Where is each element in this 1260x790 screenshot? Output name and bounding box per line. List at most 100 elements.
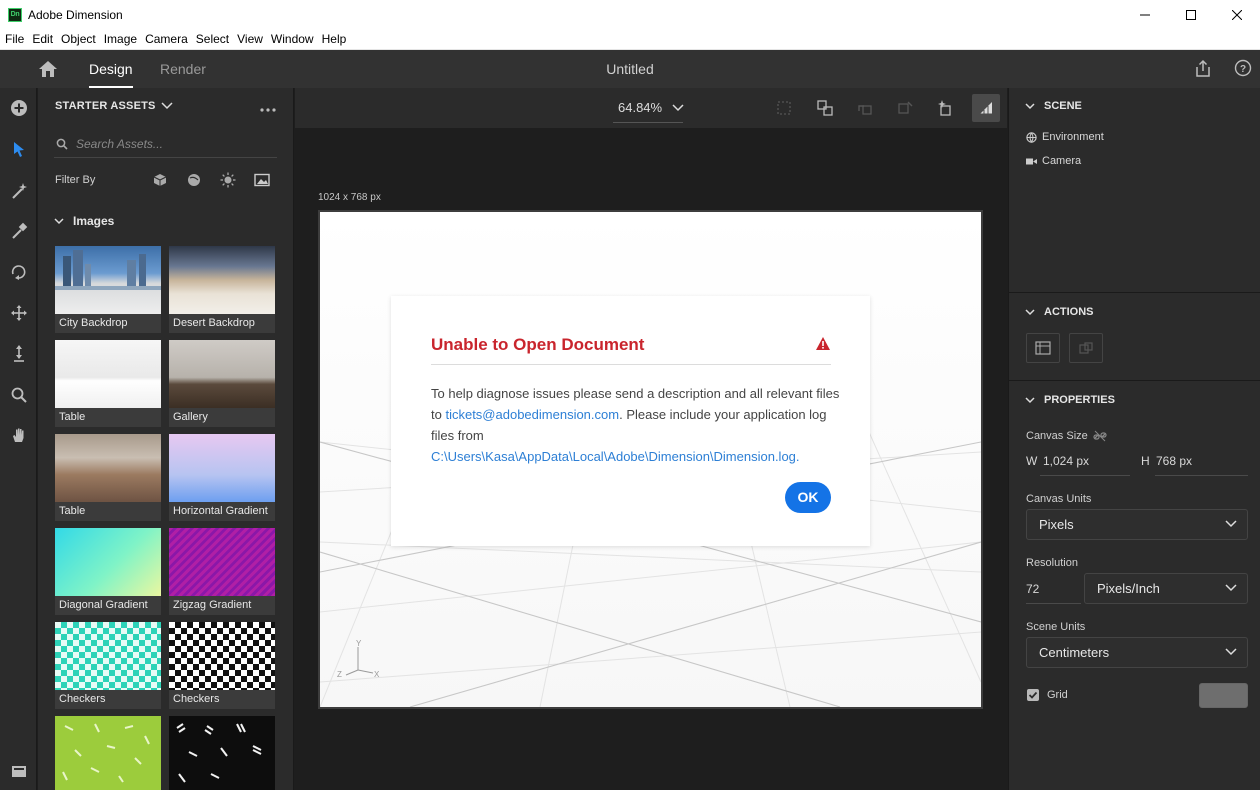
properties-section-toggle[interactable]: PROPERTIES (1025, 394, 1115, 406)
help-button[interactable]: ? (1234, 59, 1252, 77)
panel-divider (1009, 380, 1260, 381)
asset-diagonal-gradient[interactable]: Diagonal Gradient (55, 528, 161, 615)
height-input[interactable]: 768 px (1156, 454, 1192, 468)
resolution-input[interactable]: 72 (1026, 574, 1081, 604)
maximize-button[interactable] (1168, 0, 1214, 29)
dialog-title: Unable to Open Document (431, 335, 645, 354)
search-input[interactable] (76, 136, 266, 151)
asset-table-cafe[interactable]: Table (55, 434, 161, 521)
asset-table-white[interactable]: Table (55, 340, 161, 427)
scene-item-environment[interactable]: Environment (1026, 131, 1104, 143)
zoom-tool-button[interactable] (8, 384, 29, 405)
dialog-divider (431, 364, 831, 365)
pattern-icon (176, 723, 262, 783)
sample-tool-button[interactable] (8, 220, 29, 241)
asset-city-backdrop[interactable]: City Backdrop (55, 246, 161, 333)
grid-color-swatch[interactable] (1199, 683, 1248, 708)
pan-tool-button[interactable] (8, 302, 29, 323)
menu-window[interactable]: Window (271, 32, 314, 46)
frame-button[interactable] (774, 98, 794, 118)
resolution-label: Resolution (1026, 557, 1078, 569)
panel-divider (1009, 292, 1260, 293)
asset-label: Diagonal Gradient (55, 596, 161, 615)
zoom-dropdown[interactable]: 64.84% (618, 100, 684, 115)
menu-edit[interactable]: Edit (32, 32, 53, 46)
asset-desert-backdrop[interactable]: Desert Backdrop (169, 246, 275, 333)
ok-button[interactable]: OK (785, 482, 831, 513)
asset-pattern-black[interactable] (169, 716, 275, 790)
scene-section-toggle[interactable]: SCENE (1025, 100, 1082, 112)
filter-images-button[interactable] (254, 172, 270, 188)
menu-image[interactable]: Image (104, 32, 137, 46)
tab-design[interactable]: Design (89, 50, 133, 88)
menu-help[interactable]: Help (322, 32, 347, 46)
dolly-tool-button[interactable] (8, 342, 29, 363)
share-button[interactable] (1193, 59, 1213, 79)
resolution-unit-select[interactable]: Pixels/Inch (1084, 573, 1248, 604)
match-image-button[interactable] (1069, 333, 1103, 363)
asset-horizontal-gradient[interactable]: Horizontal Gradient (169, 434, 275, 521)
filter-materials-button[interactable] (186, 172, 202, 188)
asset-zigzag-gradient[interactable]: Zigzag Gradient (169, 528, 275, 615)
canvas-size-label: Canvas Size (1026, 430, 1088, 442)
asset-checkers-teal[interactable]: Checkers (55, 622, 161, 709)
select-tool-button[interactable] (8, 138, 29, 159)
menu-object[interactable]: Object (61, 32, 96, 46)
tab-render[interactable]: Render (160, 50, 206, 88)
transform-button[interactable] (895, 98, 915, 118)
orbit-tool-button[interactable] (8, 261, 29, 282)
align-button[interactable] (815, 98, 835, 118)
menu-view[interactable]: View (237, 32, 263, 46)
fit-to-canvas-button[interactable] (1026, 333, 1060, 363)
images-section-toggle[interactable]: Images (54, 214, 114, 228)
images-section-title: Images (73, 214, 115, 228)
magic-adjust-button[interactable] (935, 98, 955, 118)
panel-toggle-button[interactable] (8, 760, 29, 781)
panel-icon (11, 765, 26, 777)
align-icon (817, 100, 833, 116)
width-input[interactable]: 1,024 px (1043, 454, 1089, 468)
magic-select-tool-button[interactable] (8, 180, 29, 201)
axis-x-label: X (374, 670, 380, 679)
app-header: Untitled Design Render ? (0, 50, 1260, 88)
share-icon (1196, 59, 1210, 77)
search-icon (56, 138, 68, 150)
menu-select[interactable]: Select (196, 32, 229, 46)
filter-lights-button[interactable] (220, 172, 236, 188)
menu-camera[interactable]: Camera (145, 32, 188, 46)
tool-bar (0, 88, 37, 790)
log-path-link[interactable]: C:\Users\Kasa\AppData\Local\Adobe\Dimens… (431, 449, 800, 464)
assets-dropdown[interactable]: STARTER ASSETS (55, 100, 173, 112)
scene-units-select[interactable]: Centimeters (1026, 637, 1248, 668)
chevron-down-icon (1025, 308, 1035, 315)
chevron-down-icon (54, 217, 64, 224)
canvas-view-button[interactable] (972, 94, 1000, 122)
magic-wand-icon (11, 182, 27, 199)
asset-gallery[interactable]: Gallery (169, 340, 275, 427)
support-email-link[interactable]: tickets@adobedimension.com (445, 407, 619, 422)
actions-section-toggle[interactable]: ACTIONS (1025, 306, 1094, 318)
hand-tool-button[interactable] (8, 424, 29, 445)
maximize-icon (1186, 9, 1196, 20)
zoom-level: 64.84% (618, 100, 663, 115)
filter-models-button[interactable] (152, 172, 168, 188)
link-proportions-button[interactable] (1093, 430, 1107, 445)
assets-title: STARTER ASSETS (55, 100, 156, 112)
home-button[interactable] (37, 59, 59, 79)
scene-item-camera[interactable]: Camera (1026, 155, 1081, 167)
menu-file[interactable]: File (5, 32, 24, 46)
canvas-units-label: Canvas Units (1026, 493, 1092, 505)
cursor-arrow-icon (13, 141, 24, 157)
canvas-units-select[interactable]: Pixels (1026, 509, 1248, 540)
grid-checkbox[interactable] (1027, 689, 1039, 701)
more-options-button[interactable] (259, 100, 277, 116)
close-button[interactable] (1214, 0, 1260, 29)
add-tool-button[interactable] (8, 97, 29, 118)
add-circle-icon (10, 99, 27, 116)
asset-checkers-black[interactable]: Checkers (169, 622, 275, 709)
rotate-button[interactable] (855, 98, 875, 118)
minimize-button[interactable] (1122, 0, 1168, 29)
width-underline (1040, 475, 1130, 476)
asset-pattern-green[interactable] (55, 716, 161, 790)
chevron-down-icon (1225, 648, 1237, 656)
